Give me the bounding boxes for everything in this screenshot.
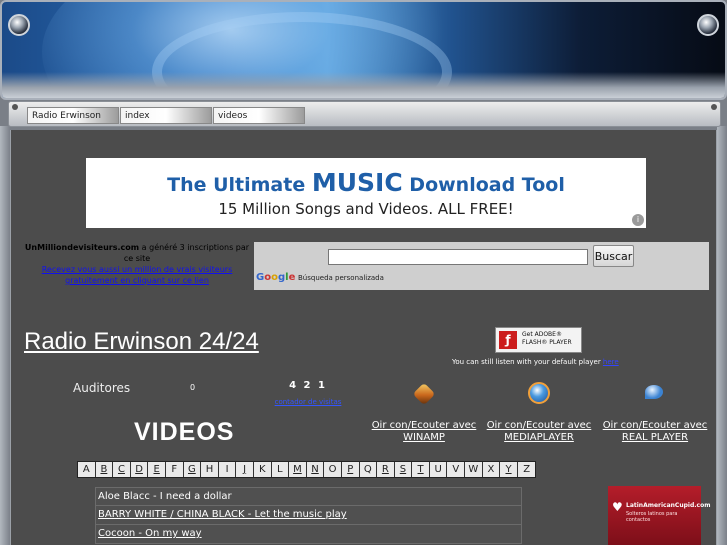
listeners-count: 0 — [190, 383, 196, 392]
letter-k[interactable]: K — [253, 462, 272, 477]
mediaplayer-link-line1: Oir con/Ecouter avec — [486, 420, 592, 431]
letter-z[interactable]: Z — [517, 462, 536, 477]
list-item[interactable]: Cocoon - On my way — [95, 525, 522, 544]
realplayer-link[interactable]: Oir con/Ecouter avec REAL PLAYER — [595, 420, 715, 444]
letter-o[interactable]: O — [324, 462, 342, 477]
flash-line1: Get ADOBE® — [522, 331, 562, 338]
winamp-link-line1: Oir con/Ecouter avec — [371, 420, 477, 431]
letter-j[interactable]: J — [236, 462, 254, 477]
realplayer-icon[interactable] — [645, 385, 663, 399]
banner-rim — [2, 72, 725, 98]
letter-q[interactable]: Q — [359, 462, 378, 477]
nav-bar: Radio Erwinson index videos — [8, 101, 721, 127]
visit-counter: 4 2 1 — [289, 380, 327, 391]
nav-dot-left — [12, 104, 18, 110]
right-rail — [717, 126, 727, 545]
letter-h[interactable]: H — [201, 462, 219, 477]
search-input[interactable] — [328, 249, 588, 265]
letter-y[interactable]: Y — [500, 462, 518, 477]
mediaplayer-link[interactable]: Oir con/Ecouter avec MEDIAPLAYER — [479, 420, 599, 444]
latin-cupid-ad[interactable]: ♥ LatinAmericanCupid.com Solteros latino… — [608, 486, 710, 545]
letter-c[interactable]: C — [113, 462, 131, 477]
listen-note: You can still listen with your default p… — [452, 358, 619, 366]
winamp-link[interactable]: Oir con/Ecouter avec WINAMP — [364, 420, 484, 444]
letter-p[interactable]: P — [341, 462, 360, 477]
tab-index[interactable]: index — [120, 107, 212, 124]
nav-dot-right — [711, 104, 717, 110]
heart-icon: ♥ — [612, 500, 623, 514]
winamp-link-line2: WINAMP — [403, 432, 445, 443]
promo-link[interactable]: Recevez vous aussi un million de vrais v… — [22, 264, 252, 286]
letter-f[interactable]: F — [165, 462, 184, 477]
list-item[interactable]: BARRY WHITE / CHINA BLACK - Let the musi… — [95, 506, 522, 525]
google-logo: Google — [256, 272, 295, 283]
listeners-label: Auditores — [73, 381, 131, 395]
letter-x[interactable]: X — [482, 462, 501, 477]
logo-letter: e — [288, 272, 296, 283]
list-item[interactable]: Aloe Blacc - I need a dollar — [95, 487, 522, 506]
ad-headline-post: Download Tool — [402, 174, 565, 196]
alphabet-filter: A B C D E F G H I J K L M N O P Q R S T … — [77, 461, 537, 478]
tab-videos[interactable]: videos — [213, 107, 305, 124]
get-flash-badge[interactable]: ƒ Get ADOBE® FLASH® PLAYER — [495, 327, 582, 353]
letter-d[interactable]: D — [130, 462, 149, 477]
listen-text: You can still listen with your default p… — [452, 358, 603, 366]
flash-text: Get ADOBE® FLASH® PLAYER — [522, 331, 572, 347]
ad-headline: The Ultimate MUSIC Download Tool — [86, 168, 646, 197]
tab-radio-erwinson[interactable]: Radio Erwinson — [27, 107, 119, 124]
letter-a[interactable]: A — [78, 462, 96, 477]
mediaplayer-icon[interactable] — [528, 382, 550, 404]
music-download-ad[interactable]: The Ultimate MUSIC Download Tool 15 Mill… — [86, 158, 646, 228]
flash-line2: FLASH® PLAYER — [522, 339, 572, 346]
listen-here-link[interactable]: here — [603, 358, 619, 366]
letter-g[interactable]: G — [183, 462, 202, 477]
letter-m[interactable]: M — [289, 462, 307, 477]
banner-knob-left — [8, 14, 30, 36]
radio-title[interactable]: Radio Erwinson 24/24 — [24, 328, 259, 356]
letter-b[interactable]: B — [95, 462, 114, 477]
ad-headline-pre: The Ultimate — [167, 174, 312, 196]
flash-icon: ƒ — [499, 331, 517, 349]
promo-brand: UnMilliondevisiteurs.com — [24, 243, 140, 252]
ad-headline-music: MUSIC — [311, 168, 403, 197]
letter-v[interactable]: V — [447, 462, 466, 477]
banner-knob-right — [697, 14, 719, 36]
letter-s[interactable]: S — [394, 462, 413, 477]
logo-letter: G — [256, 272, 265, 283]
realplayer-link-line1: Oir con/Ecouter avec — [602, 420, 708, 431]
letter-r[interactable]: R — [377, 462, 395, 477]
left-rail — [0, 126, 10, 545]
search-caption: Búsqueda personalizada — [298, 274, 384, 282]
letter-l[interactable]: L — [271, 462, 290, 477]
ad-info-icon[interactable]: i — [632, 214, 644, 226]
side-ad-subtitle: Solteros latinos para contactos — [626, 511, 678, 523]
visit-counter-link[interactable]: contador de visitas — [270, 398, 346, 406]
letter-n[interactable]: N — [306, 462, 325, 477]
mediaplayer-link-line2: MEDIAPLAYER — [504, 432, 574, 443]
letter-i[interactable]: I — [218, 462, 237, 477]
visitor-promo: UnMilliondevisiteurs.com a généré 3 insc… — [22, 242, 252, 286]
realplayer-link-line2: REAL PLAYER — [621, 432, 689, 443]
letter-w[interactable]: W — [465, 462, 483, 477]
letter-e[interactable]: E — [148, 462, 166, 477]
letter-t[interactable]: T — [412, 462, 430, 477]
google-search: Buscar Google Búsqueda personalizada — [254, 242, 709, 290]
promo-text: a généré 3 inscriptions par ce site — [123, 243, 250, 263]
search-button[interactable]: Buscar — [593, 245, 634, 267]
header-banner — [0, 0, 727, 100]
videos-title: VIDEOS — [134, 418, 235, 446]
logo-letter: o — [271, 272, 278, 283]
letter-u[interactable]: U — [429, 462, 448, 477]
ad-subline: 15 Million Songs and Videos. ALL FREE! — [218, 200, 514, 218]
side-ad-title: LatinAmericanCupid.com — [626, 502, 711, 509]
video-list: Aloe Blacc - I need a dollar BARRY WHITE… — [95, 487, 522, 544]
